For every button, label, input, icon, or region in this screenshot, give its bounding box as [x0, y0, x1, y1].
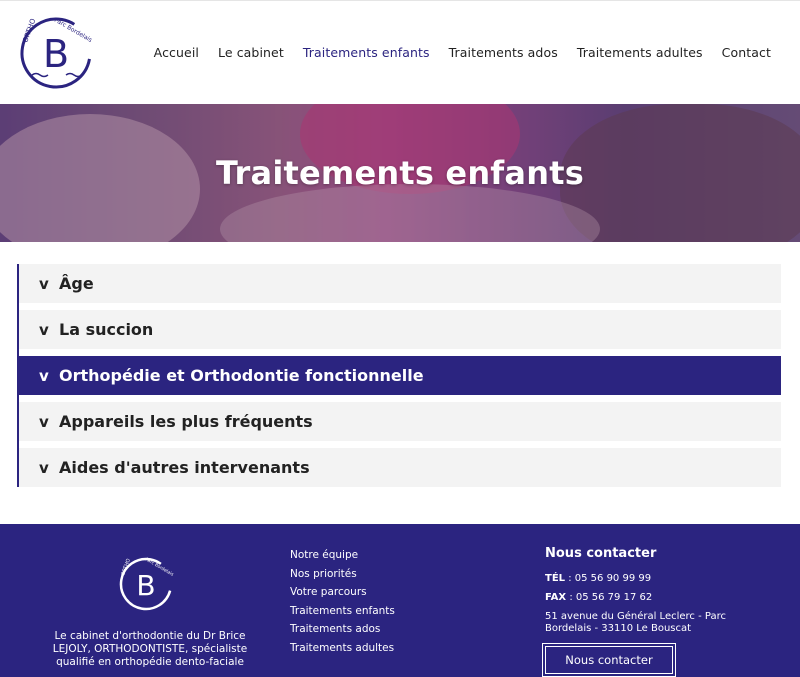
- chevron-down-icon: v: [39, 320, 49, 339]
- svg-text:ORTHO: ORTHO: [120, 558, 132, 577]
- phone-value: : 05 56 90 99 99: [565, 573, 652, 584]
- contact-heading: Nous contacter: [545, 546, 657, 561]
- footer-link-adultes[interactable]: Traitements adultes: [290, 639, 395, 658]
- footer-link-ados[interactable]: Traitements ados: [290, 620, 395, 639]
- accordion-item-age[interactable]: v Âge: [19, 264, 781, 303]
- contact-fax: FAX : 05 56 79 17 62: [545, 592, 765, 603]
- fax-label: FAX: [545, 592, 567, 603]
- logo[interactable]: B ORTHO Parc Bordelais: [18, 13, 94, 93]
- fax-value: : 05 56 79 17 62: [566, 592, 653, 603]
- footer-link-parcours[interactable]: Votre parcours: [290, 583, 395, 602]
- accordion-item-label: La succion: [59, 320, 154, 339]
- main-nav: Accueil Le cabinet Traitements enfants T…: [154, 45, 771, 60]
- footer-contact: Nous contacter TÉL : 05 56 90 99 99 FAX …: [542, 546, 765, 677]
- contact-address: 51 avenue du Général Leclerc - Parc Bord…: [545, 611, 726, 634]
- nav-traitements-adultes[interactable]: Traitements adultes: [577, 45, 703, 60]
- phone-label: TÉL: [545, 573, 566, 584]
- svg-text:B: B: [43, 32, 69, 76]
- nav-le-cabinet[interactable]: Le cabinet: [218, 45, 284, 60]
- nav-accueil[interactable]: Accueil: [154, 45, 199, 60]
- nav-traitements-ados[interactable]: Traitements ados: [449, 45, 558, 60]
- chevron-down-icon: v: [39, 274, 49, 293]
- chevron-down-icon: v: [39, 412, 49, 431]
- chevron-down-icon: v: [39, 366, 49, 385]
- chevron-down-icon: v: [39, 458, 49, 477]
- svg-text:B: B: [136, 569, 155, 602]
- nav-contact[interactable]: Contact: [722, 45, 771, 60]
- footer-link-enfants[interactable]: Traitements enfants: [290, 602, 395, 621]
- nav-traitements-enfants[interactable]: Traitements enfants: [303, 45, 430, 60]
- site-footer: B ORTHO Parc Bordelais Le cabinet d'orth…: [0, 524, 800, 677]
- hero-banner: Traitements enfants: [0, 104, 800, 242]
- accordion-item-succion[interactable]: v La succion: [19, 310, 781, 349]
- footer-links: Notre équipe Nos priorités Votre parcour…: [290, 546, 395, 658]
- footer-link-equipe[interactable]: Notre équipe: [290, 546, 395, 565]
- footer-logo[interactable]: B ORTHO Parc Bordelais: [118, 554, 174, 614]
- accordion-item-label: Aides d'autres intervenants: [59, 458, 310, 477]
- footer-link-priorites[interactable]: Nos priorités: [290, 565, 395, 584]
- accordion-item-label: Orthopédie et Orthodontie fonctionnelle: [59, 366, 424, 385]
- accordion-item-aides[interactable]: v Aides d'autres intervenants: [19, 448, 781, 487]
- contact-button[interactable]: Nous contacter: [542, 643, 676, 677]
- contact-phone: TÉL : 05 56 90 99 99: [545, 573, 765, 584]
- accordion-item-label: Appareils les plus fréquents: [59, 412, 313, 431]
- footer-description: Le cabinet d'orthodontie du Dr Brice LEJ…: [52, 630, 248, 668]
- page-title: Traitements enfants: [216, 154, 584, 192]
- accordion: v Âge v La succion v Orthopédie et Ortho…: [17, 264, 781, 487]
- svg-text:ORTHO: ORTHO: [21, 17, 37, 44]
- accordion-item-orthopedie[interactable]: v Orthopédie et Orthodontie fonctionnell…: [19, 356, 781, 395]
- accordion-item-label: Âge: [59, 274, 94, 293]
- accordion-item-appareils[interactable]: v Appareils les plus fréquents: [19, 402, 781, 441]
- site-header: B ORTHO Parc Bordelais Accueil Le cabine…: [0, 0, 800, 104]
